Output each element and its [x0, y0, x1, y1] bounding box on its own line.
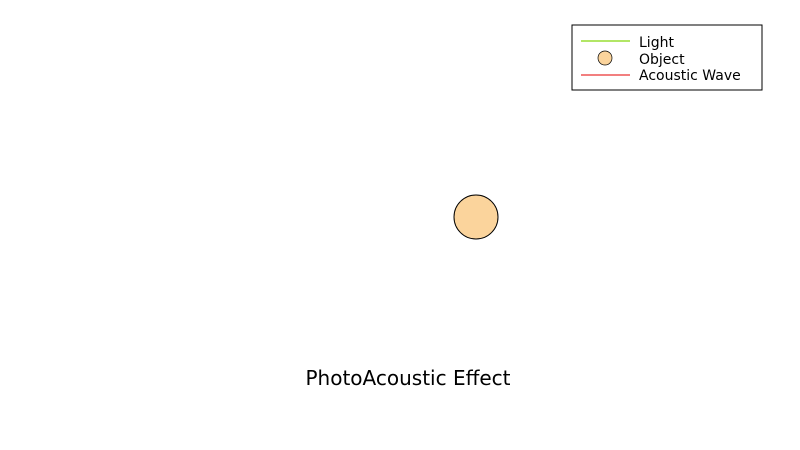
- diagram-title: PhotoAcoustic Effect: [305, 366, 510, 390]
- legend-object-label: Object: [639, 52, 685, 68]
- legend-object-swatch: [597, 50, 613, 66]
- legend-light-label: Light: [639, 35, 674, 51]
- photoacoustic-diagram: PhotoAcoustic Effect Light Object Acoust…: [305, 24, 763, 390]
- object-circle: [453, 194, 499, 240]
- legend-acoustic-wave-label: Acoustic Wave: [639, 68, 741, 84]
- legend: Light Object Acoustic Wave: [571, 24, 763, 91]
